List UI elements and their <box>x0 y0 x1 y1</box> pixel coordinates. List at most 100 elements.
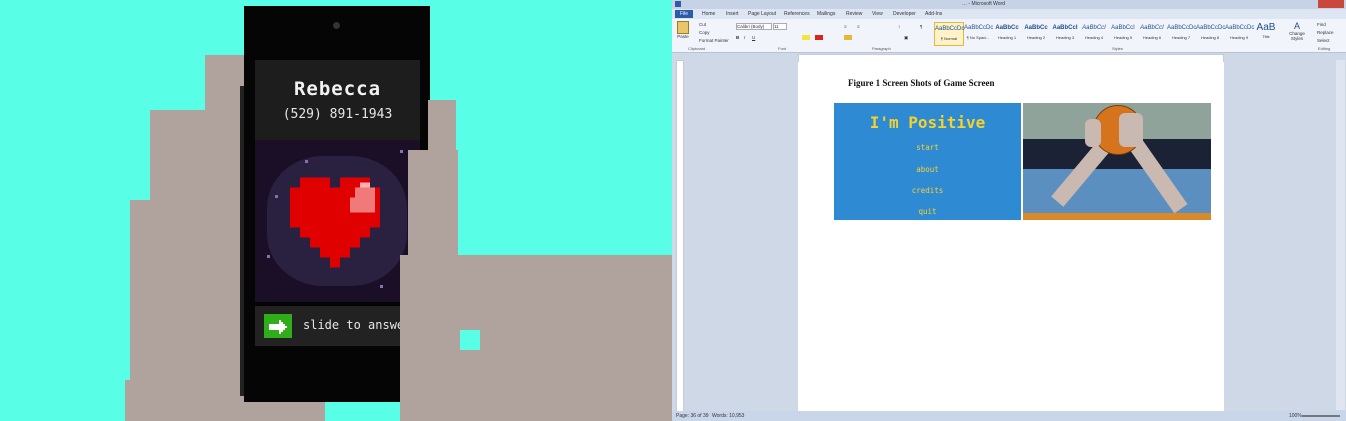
style-heading-5[interactable]: AaBbCcI Heading 5 <box>1109 22 1137 44</box>
style-preview: AaBbCcI <box>1111 25 1135 31</box>
menu-credits: credits <box>911 186 944 195</box>
style-label: Heading 4 <box>1084 35 1104 40</box>
right-hand-gap <box>460 330 480 350</box>
style-label: Title <box>1262 34 1270 39</box>
vertical-scrollbar[interactable] <box>1336 60 1345 410</box>
vertical-ruler[interactable] <box>676 60 684 412</box>
copy-button[interactable]: Copy <box>699 30 710 35</box>
tab-review[interactable]: Review <box>846 11 862 17</box>
style-preview: AaBbCcDc <box>935 26 965 32</box>
italic-button[interactable]: I <box>744 35 745 40</box>
style-preview: AaBbCc <box>995 25 1019 31</box>
close-window-icon[interactable] <box>1318 0 1344 8</box>
zoom-level[interactable]: 100% <box>1289 413 1302 419</box>
shading-icon[interactable]: ▣ <box>904 35 908 41</box>
tab-references[interactable]: References <box>784 11 810 17</box>
style-preview: AaBbCcI <box>1140 25 1164 31</box>
bullets-icon[interactable]: ≡ <box>844 24 847 29</box>
underline-button[interactable]: U <box>752 35 755 40</box>
word-count[interactable]: Words: 10,953 <box>712 413 744 419</box>
tab-home[interactable]: Home <box>702 11 715 17</box>
font-size-select[interactable]: 11 <box>773 23 787 30</box>
heart-icon <box>290 177 380 268</box>
ribbon-tabs: File Home Insert Page Layout References … <box>672 9 1346 19</box>
style-preview: AaBbCcI <box>1052 25 1078 31</box>
tab-insert[interactable]: Insert <box>726 11 739 17</box>
slide-to-answer-bar[interactable]: slide to answer <box>255 306 420 346</box>
style-label: ¶ No Spaci... <box>966 35 990 40</box>
gym-floor <box>1023 213 1211 220</box>
style-no-spacing[interactable]: AaBbCcDc ¶ No Spaci... <box>964 22 994 44</box>
phone-side-button <box>240 86 244 396</box>
show-marks-icon[interactable]: ¶ <box>920 24 922 29</box>
font-color-icon[interactable] <box>815 35 823 40</box>
bold-button[interactable]: B <box>736 35 739 40</box>
cut-button[interactable]: Cut <box>699 22 706 27</box>
word-app-icon <box>675 1 681 7</box>
window-title: … - Microsoft Word <box>962 1 1005 7</box>
styles-gallery: AaBbCcDc ¶ Normal AaBbCcDc ¶ No Spaci...… <box>934 19 1234 52</box>
word-window: … - Microsoft Word File Home Insert Page… <box>672 0 1346 421</box>
tab-file[interactable]: File <box>675 10 694 18</box>
tab-page-layout[interactable]: Page Layout <box>748 11 776 17</box>
find-button[interactable]: Find <box>1317 22 1326 27</box>
replace-button[interactable]: Replace <box>1317 30 1334 35</box>
select-button[interactable]: Select <box>1317 38 1330 43</box>
font-name-select[interactable]: Calibri (Body) <box>736 23 772 30</box>
answer-arrow-button[interactable] <box>264 314 292 338</box>
style-label: ¶ Normal <box>940 36 958 41</box>
style-preview: AaBbCc <box>1024 25 1048 31</box>
slide-label: slide to answer <box>303 318 412 332</box>
page-count[interactable]: Page: 36 of 39 <box>676 413 709 419</box>
numbering-icon[interactable]: ≡ <box>857 24 860 29</box>
style-heading-4[interactable]: AaBbCcI Heading 4 <box>1080 22 1108 44</box>
style-preview: AaBbCcDc <box>964 25 994 31</box>
change-styles-label: Change Styles <box>1289 31 1305 41</box>
status-bar: Page: 36 of 39 Words: 10,953 100% <box>672 411 1346 421</box>
style-normal[interactable]: AaBbCcDc ¶ Normal <box>934 22 964 46</box>
sort-icon[interactable]: ↕ <box>898 24 900 29</box>
style-title[interactable]: AaB Title <box>1254 22 1278 44</box>
style-heading-2[interactable]: AaBbCc Heading 2 <box>1022 22 1050 44</box>
right-hand-finger-tip <box>428 100 456 160</box>
style-heading-3[interactable]: AaBbCcI Heading 3 <box>1051 22 1079 44</box>
tab-developer[interactable]: Developer <box>893 11 916 17</box>
style-heading-9[interactable]: AaBbCcDc Heading 9 <box>1225 22 1254 44</box>
star <box>275 195 278 198</box>
caller-info-panel: Rebecca (529) 891-1943 <box>255 60 420 140</box>
style-label: Heading 9 <box>1229 35 1249 40</box>
tab-mailings[interactable]: Mailings <box>817 11 835 17</box>
caller-number: (529) 891-1943 <box>282 107 393 122</box>
game-scene: Rebecca (529) 891-1943 slide to answer <box>0 0 672 421</box>
group-styles: Styles <box>1112 46 1123 51</box>
basketball-screenshot <box>1023 103 1211 220</box>
change-styles-button[interactable]: A Change Styles <box>1286 21 1308 41</box>
style-heading-7[interactable]: AaBbCcDc Heading 7 <box>1167 22 1196 44</box>
figure-caption: Figure 1 Screen Shots of Game Screen <box>848 78 995 88</box>
format-painter-button[interactable]: Format Painter <box>699 38 729 43</box>
change-styles-icon: A <box>1293 21 1300 31</box>
style-heading-1[interactable]: AaBbCc Heading 1 <box>993 22 1021 44</box>
highlight-color-icon[interactable] <box>802 35 810 40</box>
style-label: Heading 3 <box>1055 35 1075 40</box>
tab-view[interactable]: View <box>872 11 883 17</box>
style-label: Heading 1 <box>997 35 1017 40</box>
paste-label: Paste <box>677 34 689 39</box>
style-label: Heading 8 <box>1200 35 1220 40</box>
style-label: Heading 5 <box>1113 35 1133 40</box>
style-label: Heading 2 <box>1026 35 1046 40</box>
star <box>380 285 383 288</box>
style-heading-8[interactable]: AaBbCcDc Heading 8 <box>1196 22 1225 44</box>
menu-about: about <box>916 165 939 174</box>
paste-button[interactable]: Paste <box>676 21 690 43</box>
style-preview: AaB <box>1256 22 1276 33</box>
game-title: I'm Positive <box>869 113 986 132</box>
tab-add-ins[interactable]: Add-Ins <box>925 11 942 17</box>
arrow-right-icon <box>269 320 287 334</box>
style-heading-6[interactable]: AaBbCcI Heading 6 <box>1138 22 1166 44</box>
align-left-icon[interactable] <box>844 35 852 40</box>
document-page[interactable]: Figure 1 Screen Shots of Game Screen I'm… <box>798 62 1224 412</box>
zoom-slider[interactable] <box>1302 415 1340 417</box>
star <box>305 160 308 163</box>
style-label: Heading 6 <box>1142 35 1162 40</box>
